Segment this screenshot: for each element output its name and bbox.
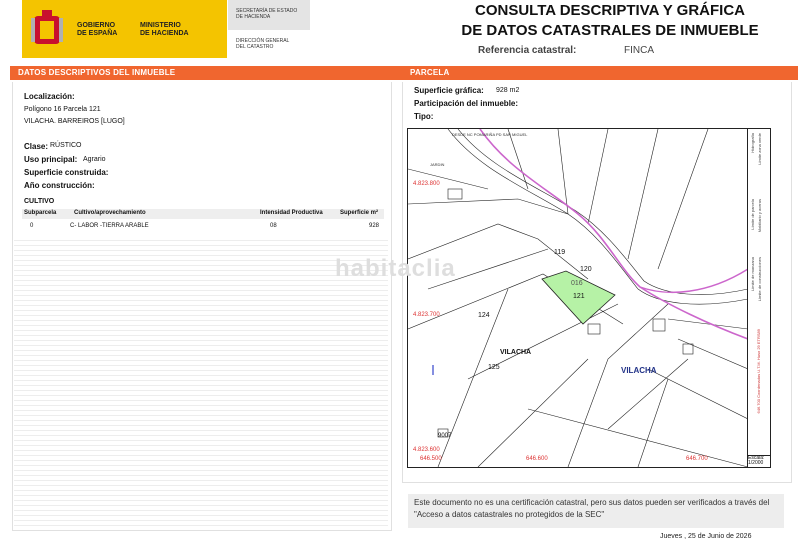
secretaria-block: SECRETARÍA DE ESTADO DE HACIENDA — [228, 0, 310, 30]
legend-item: Mobiliario y aceras — [757, 199, 762, 233]
anio-construccion-label: Año construcción: — [24, 181, 95, 190]
map-scale: Escala: 1/2000 — [747, 455, 771, 468]
parcel-120: 120 — [580, 266, 592, 273]
section-bar-descriptive: DATOS DESCRIPTIVOS DEL INMUEBLE — [10, 66, 404, 80]
col-cultivo: Cultivo/aprovechamiento — [74, 210, 146, 216]
legend-item: Límite de parcela — [750, 199, 755, 230]
superficie-construida-label: Superficie construida: — [24, 168, 109, 177]
cell-cultivo: C- LABOR -TIERRA ARABLE — [70, 223, 149, 229]
document-title-line2: DE DATOS CATASTRALES DE INMUEBLE — [461, 22, 759, 39]
coord-y3: 4.823.600 — [413, 447, 440, 453]
coord-x1: 646.500 — [420, 456, 442, 462]
document-title-line1: CONSULTA DESCRIPTIVA Y GRÁFICA — [474, 2, 745, 19]
cell-subparcela: 0 — [30, 223, 34, 229]
col-intensidad: Intensidad Productiva — [260, 210, 323, 216]
road-line — [479, 129, 748, 340]
parcel-121: 121 — [573, 293, 585, 300]
uso-label: Uso principal: — [24, 155, 78, 164]
cultivo-title: CULTIVO — [24, 198, 55, 205]
document-date: Jueves , 25 de Junio de 2026 — [660, 533, 752, 540]
section-bar-parcela: PARCELA — [402, 66, 798, 80]
village-label-right: VILACHA — [621, 366, 657, 375]
ministry-name: MINISTERIO DE HACIENDA — [140, 22, 189, 37]
coat-of-arms-icon — [31, 10, 63, 44]
cell-intensidad: 08 — [270, 223, 277, 229]
localizacion-line2: VILACHA. BARREIROS [LUGO] — [24, 118, 125, 125]
parcel-125: 125 — [488, 364, 500, 371]
participacion-label: Participación del inmueble: — [414, 99, 519, 108]
sup-grafica-label: Superficie gráfica: — [414, 86, 484, 95]
coord-x2: 646.600 — [526, 456, 548, 462]
legend-item: Límite de construcciones — [757, 257, 762, 302]
legend-item: Hidrografía — [750, 133, 755, 153]
localizacion-label: Localización: — [24, 92, 75, 101]
coord-y1: 4.823.800 — [413, 181, 440, 187]
cadastral-map: DESDE NC POMARIÑA PD SAN MIGUEL JARDIN 4… — [407, 128, 749, 468]
village-label-left: VILACHA — [500, 349, 532, 356]
parcel-119: 119 — [554, 249, 566, 256]
parcel-124: 124 — [478, 312, 490, 319]
road-label: DESDE NC POMARIÑA PD SAN MIGUEL — [452, 132, 528, 137]
note-text: Este documento no es una certificación c… — [414, 498, 770, 519]
parcel-016: 016 — [571, 280, 583, 287]
verification-note: Este documento no es una certificación c… — [408, 494, 784, 528]
ref-label: Referencia catastral: — [478, 45, 577, 56]
coord-y2: 4.823.700 — [413, 312, 440, 318]
direccion-general-text: DIRECCIÓN GENERAL DEL CATASTRO — [236, 38, 290, 50]
legend-item: Límite de manzana — [750, 257, 755, 292]
sup-grafica-value: 928 m2 — [496, 87, 520, 94]
col-superficie: Superficie m² — [340, 210, 379, 216]
jardin-label: JARDIN — [430, 162, 445, 167]
table-row: 0 C- LABOR -TIERRA ARABLE 08 928 — [22, 222, 384, 232]
clase-label: Clase: — [24, 142, 49, 151]
cultivo-table-header: Subparcela Cultivo/aprovechamiento Inten… — [22, 209, 384, 219]
col-subparcela: Subparcela — [24, 210, 57, 216]
scale-value: 1/2000 — [748, 460, 764, 466]
parcel-9007: 9007 — [438, 433, 452, 439]
cell-superficie: 928 — [369, 223, 380, 229]
gov-name: GOBIERNO DE ESPAÑA — [77, 22, 118, 37]
coord-x3: 646.700 — [686, 456, 708, 462]
empty-lined-area — [14, 236, 388, 526]
uso-value: Agrario — [83, 156, 106, 163]
government-logo-block: GOBIERNO DE ESPAÑA MINISTERIO DE HACIENDA — [22, 0, 227, 58]
localizacion-line1: Polígono 16 Parcela 121 — [24, 106, 101, 113]
watermark: habitaclia — [335, 255, 456, 282]
legend-coordinates: 646.700 Coordenadas U.T.M. Huso 29 ETRS8… — [756, 329, 761, 414]
clase-value: RÚSTICO — [50, 142, 82, 149]
map-legend: Hidrografía Límite zona verde Límite de … — [747, 128, 771, 457]
legend-item: Límite zona verde — [757, 133, 762, 165]
tipo-label: Tipo: — [414, 112, 434, 121]
ref-value: FINCA — [624, 45, 654, 56]
